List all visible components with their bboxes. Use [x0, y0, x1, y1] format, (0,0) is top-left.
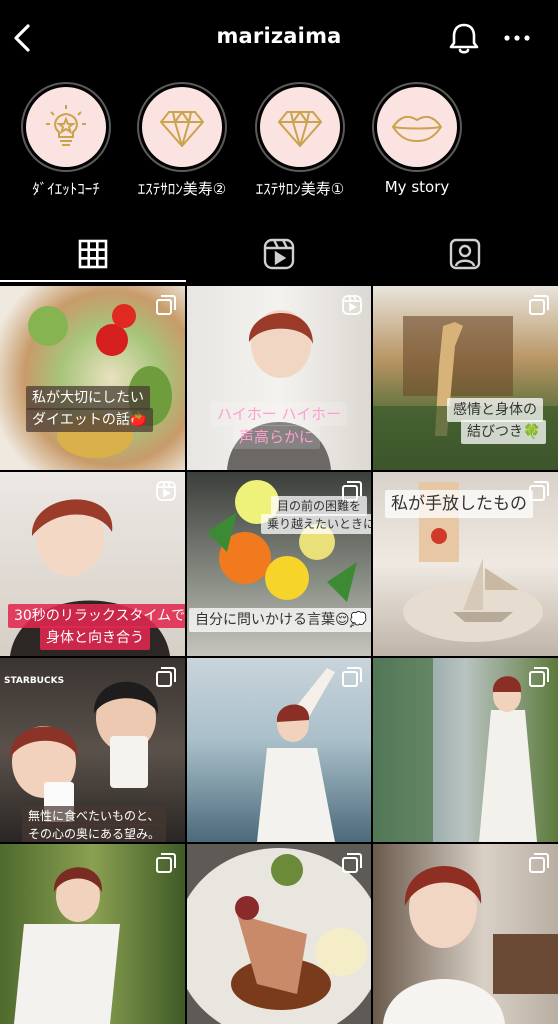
post-tile[interactable] — [0, 844, 185, 1024]
post-caption: 目の前の困難を — [271, 496, 368, 516]
lightbulb-star-icon — [46, 105, 86, 146]
carousel-icon — [156, 667, 176, 687]
post-caption: 無性に食べたいものと、 — [22, 806, 166, 826]
lips-icon — [392, 115, 442, 142]
post-caption: 声高らかに — [233, 425, 321, 449]
reels-icon — [263, 238, 295, 270]
carousel-icon — [529, 295, 549, 315]
post-caption: 結びつき🍀 — [461, 420, 547, 444]
post-tile[interactable]: 感情と身体の 結びつき🍀 — [373, 286, 558, 470]
post-tile[interactable] — [187, 844, 371, 1024]
notification-bell-icon[interactable] — [447, 20, 481, 56]
highlight-salon-2[interactable]: ｴｽﾃｻﾛﾝ美寿② — [122, 80, 242, 199]
posts-grid: 私が大切にしたい ダイエットの話🍅 ハイホー ハイホー 声高らかに 感情と身体の… — [0, 286, 558, 1024]
post-caption: ダイエットの話🍅 — [26, 408, 154, 432]
post-caption: その心の奥にある望み。 — [22, 824, 167, 842]
post-tile[interactable]: 私が大切にしたい ダイエットの話🍅 — [0, 286, 185, 470]
post-caption: 身体と向き合う — [40, 626, 150, 650]
post-tile[interactable] — [373, 844, 558, 1024]
profile-tabs — [0, 228, 558, 284]
carousel-icon — [156, 295, 176, 315]
post-tile[interactable] — [373, 658, 558, 842]
story-highlights: ﾀﾞｲｴｯﾄｺｰﾁ ｴｽﾃｻﾛﾝ美寿② ｴｽﾃｻﾛﾝ美寿① My story — [0, 80, 558, 210]
carousel-icon — [156, 853, 176, 873]
post-caption: 乗り越えたいときに — [261, 514, 371, 534]
highlight-label: My story — [384, 178, 450, 196]
carousel-icon — [342, 853, 362, 873]
post-caption: 30秒のリラックスタイムで — [8, 604, 185, 628]
highlight-my-story[interactable]: My story — [357, 80, 477, 196]
highlight-salon-1[interactable]: ｴｽﾃｻﾛﾝ美寿① — [240, 80, 360, 199]
carousel-icon — [529, 853, 549, 873]
more-options-icon[interactable] — [500, 26, 534, 50]
diamond-icon — [160, 111, 204, 147]
post-caption: 感情と身体の — [447, 398, 543, 422]
highlight-label: ｴｽﾃｻﾛﾝ美寿① — [255, 180, 345, 198]
post-tile[interactable]: 30秒のリラックスタイムで 身体と向き合う — [0, 472, 185, 656]
tab-reels[interactable] — [186, 228, 372, 280]
carousel-icon — [342, 667, 362, 687]
highlight-label: ｴｽﾃｻﾛﾝ美寿② — [137, 180, 227, 198]
carousel-icon — [529, 667, 549, 687]
reels-badge-icon — [342, 295, 362, 315]
post-tile[interactable]: ハイホー ハイホー 声高らかに — [187, 286, 371, 470]
grid-icon — [78, 239, 108, 269]
diamond-icon — [278, 111, 322, 147]
highlight-label: ﾀﾞｲｴｯﾄｺｰﾁ — [32, 180, 100, 198]
tab-grid[interactable] — [0, 228, 186, 282]
reels-badge-icon — [156, 481, 176, 501]
post-caption: 私が大切にしたい — [26, 386, 150, 410]
highlight-diet-coach[interactable]: ﾀﾞｲｴｯﾄｺｰﾁ — [6, 80, 126, 199]
profile-header: marizaima — [0, 0, 558, 80]
post-caption: ハイホー ハイホー — [211, 402, 348, 426]
post-caption: 自分に問いかける言葉😌💭 — [189, 608, 371, 632]
post-tile[interactable] — [187, 658, 371, 842]
post-tile[interactable]: STARBUCKS 無性に食べたいものと、 その心の奥にある望み。 — [0, 658, 185, 842]
post-tile[interactable]: 私が手放したもの — [373, 472, 558, 656]
tagged-user-icon — [449, 238, 481, 270]
tab-tagged[interactable] — [372, 228, 558, 280]
post-tile[interactable]: 目の前の困難を 乗り越えたいときに 自分に問いかける言葉😌💭 — [187, 472, 371, 656]
post-caption: 私が手放したもの — [385, 490, 533, 518]
